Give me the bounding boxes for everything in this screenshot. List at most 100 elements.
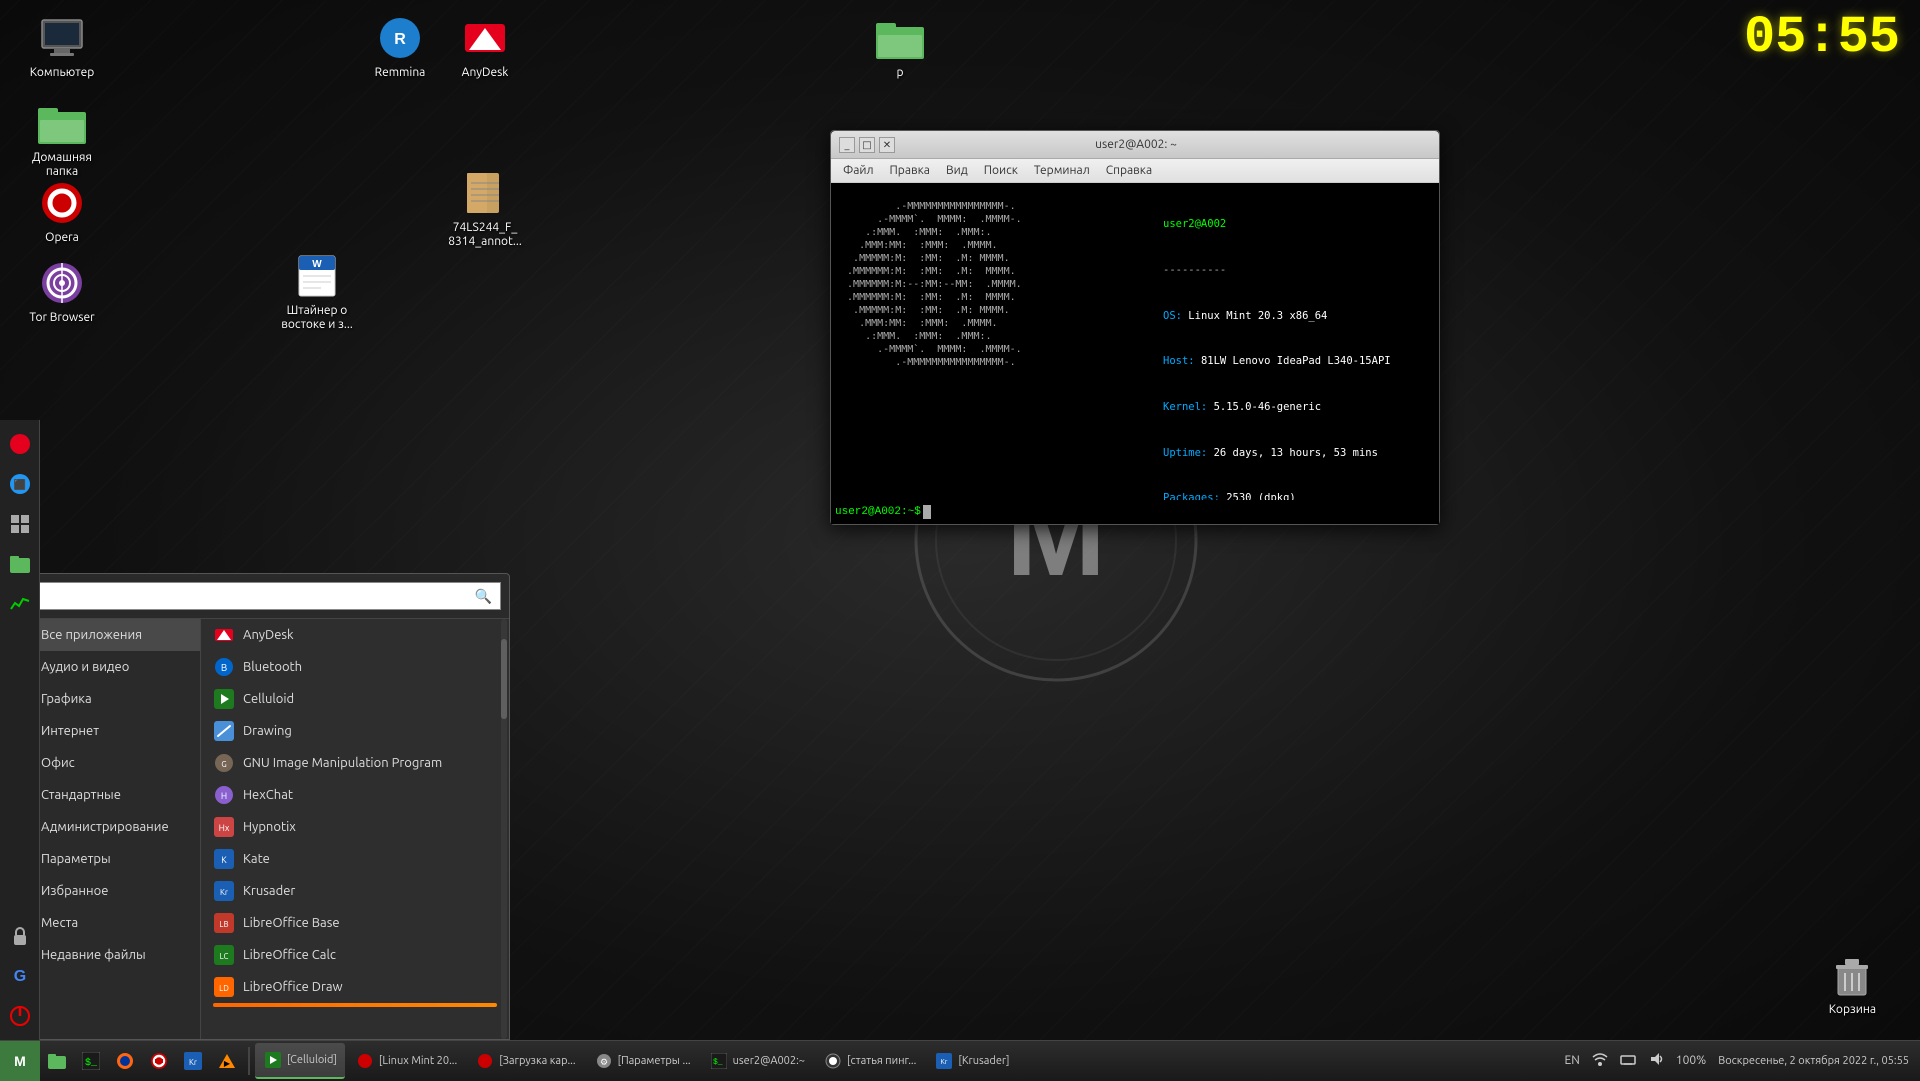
app-drawing[interactable]: Drawing — [201, 715, 509, 747]
settings-label: Параметры — [41, 852, 111, 866]
app-localc-label: LibreOffice Calc — [243, 948, 336, 962]
side-btn-grid[interactable] — [4, 508, 36, 540]
app-celluloid-label: Celluloid — [243, 692, 294, 706]
trash-label: Корзина — [1829, 1003, 1876, 1016]
side-btn-monitor[interactable] — [4, 588, 36, 620]
neofetch-art: .-MMMMMMMMMMMMMMMM-. .-MMMM`. MMMM: .MMM… — [835, 187, 1155, 496]
taskbar-win-penguin[interactable]: [статья пинг... — [815, 1043, 924, 1079]
trash-icon[interactable]: Корзина — [1825, 951, 1880, 1020]
app-lobase[interactable]: LB LibreOffice Base — [201, 907, 509, 939]
desktop-icon-tor[interactable]: Tor Browser — [22, 255, 102, 329]
desktop-icon-computer[interactable]: Компьютер — [22, 10, 102, 84]
graphics-label: Графика — [41, 692, 92, 706]
side-btn-lock[interactable] — [4, 920, 36, 952]
app-anydesk[interactable]: AnyDesk — [201, 619, 509, 651]
taskbar-opera[interactable] — [143, 1043, 175, 1079]
taskbar-win-lm[interactable]: [Linux Mint 20... — [347, 1043, 465, 1079]
computer-icon-label: Компьютер — [30, 66, 95, 80]
taskbar-krusader[interactable]: Kr — [177, 1043, 209, 1079]
terminal-title: user2@A002: ~ — [895, 138, 1377, 151]
desktop-icon-steiner[interactable]: W Штайнер овостоке и з... — [277, 248, 357, 337]
terminal-menu-search[interactable]: Поиск — [976, 159, 1026, 183]
desktop-icon-home[interactable]: Домашняяпапка — [22, 95, 102, 184]
terminal-menu-help[interactable]: Справка — [1098, 159, 1160, 183]
terminal-minimize-btn[interactable]: _ — [839, 137, 855, 153]
app-lobase-label: LibreOffice Base — [243, 916, 340, 930]
svg-text:G: G — [221, 760, 226, 769]
favorites-label: Избранное — [41, 884, 108, 898]
tray-lang[interactable]: EN — [1562, 1054, 1583, 1067]
taskbar-files[interactable] — [41, 1043, 73, 1079]
taskbar-firefox[interactable] — [109, 1043, 141, 1079]
taskbar-win-krusader[interactable]: Kr [Krusader] — [926, 1043, 1017, 1079]
taskbar-win-settings[interactable]: ⚙ [Параметры ... — [586, 1043, 699, 1079]
cursor — [923, 505, 931, 519]
app-localc[interactable]: LC LibreOffice Calc — [201, 939, 509, 971]
start-menu: 🔍 ⬛ Все приложения ● Аудио и видео 🎨 Гра… — [0, 573, 510, 1040]
side-btn-power[interactable] — [4, 1000, 36, 1032]
side-btn-firefox[interactable] — [4, 428, 36, 460]
tray-sound[interactable] — [1645, 1051, 1667, 1070]
opera-icon-label: Opera — [45, 231, 79, 245]
anydesk-icon-label: AnyDesk — [462, 66, 509, 80]
app-kate[interactable]: K Kate — [201, 843, 509, 875]
svg-text:K: K — [221, 855, 227, 865]
app-bluetooth-label: Bluetooth — [243, 660, 302, 674]
app-lodraw[interactable]: LD LibreOffice Draw — [201, 971, 509, 1003]
terminal-maximize-btn[interactable]: □ — [859, 137, 875, 153]
recent-label: Недавние файлы — [41, 948, 146, 962]
menu-bottom-indicator — [213, 1003, 497, 1007]
tray-datetime[interactable]: Воскресенье, 2 октября 2022 г., 05:55 — [1715, 1055, 1912, 1067]
app-gimp[interactable]: G GNU Image Manipulation Program — [201, 747, 509, 779]
prompt-text: user2@A002:~$ — [835, 506, 921, 518]
svg-text:⬛: ⬛ — [13, 478, 25, 491]
folder-p-label: р — [896, 66, 903, 80]
terminal-close-btn[interactable]: ✕ — [879, 137, 895, 153]
taskbar-terminal[interactable]: $_ — [75, 1043, 107, 1079]
desktop-icon-opera[interactable]: Opera — [22, 175, 102, 249]
app-krusader[interactable]: Kr Krusader — [201, 875, 509, 907]
terminal-menu-terminal[interactable]: Терминал — [1026, 159, 1098, 183]
menu-body: ⬛ Все приложения ● Аудио и видео 🎨 Графи… — [1, 619, 509, 1039]
taskbar-start-button[interactable]: M — [0, 1041, 40, 1081]
taskbar-win-terminal[interactable]: $_ user2@A002:~ — [701, 1043, 813, 1079]
taskbar-items: $_ Kr ▶ [Celluloid] [Linux Mint — [40, 1041, 1554, 1080]
terminal-menu-view[interactable]: Вид — [938, 159, 976, 183]
side-btn-network[interactable]: ⬛ — [4, 468, 36, 500]
trash-icon-img — [1830, 955, 1874, 1003]
remmina-icon-label: Remmina — [375, 66, 426, 80]
menu-scrollbar-thumb[interactable] — [501, 639, 507, 719]
side-btn-google[interactable]: G — [4, 960, 36, 992]
internet-label: Интернет — [41, 724, 99, 738]
terminal-titlebar: _ □ ✕ user2@A002: ~ — [831, 131, 1439, 159]
app-hexchat[interactable]: H HexChat — [201, 779, 509, 811]
side-btn-files[interactable] — [4, 548, 36, 580]
steiner-icon-label: Штайнер овостоке и з... — [281, 304, 353, 333]
desktop-icon-anydesk[interactable]: AnyDesk — [445, 10, 525, 84]
terminal-menu-file[interactable]: Файл — [835, 159, 882, 183]
taskbar-vlc[interactable]: ▶ — [211, 1043, 243, 1079]
desktop-icon-folder-p[interactable]: р — [860, 10, 940, 84]
svg-text:LC: LC — [220, 952, 229, 961]
app-celluloid[interactable]: Celluloid — [201, 683, 509, 715]
terminal-controls: _ □ ✕ — [839, 137, 895, 153]
taskbar: M $_ Kr ▶ — [0, 1040, 1920, 1080]
tray-network[interactable] — [1617, 1051, 1639, 1070]
app-bluetooth[interactable]: B Bluetooth — [201, 651, 509, 683]
menu-scrollbar-track — [501, 619, 507, 1039]
tray-wifi[interactable] — [1589, 1051, 1611, 1070]
taskbar-separator — [248, 1047, 250, 1075]
desktop-icon-remmina[interactable]: R Remmina — [360, 10, 440, 84]
app-anydesk-label: AnyDesk — [243, 628, 294, 642]
svg-text:Kr: Kr — [941, 1058, 948, 1066]
search-field[interactable] — [18, 583, 492, 609]
menu-apps: AnyDesk B Bluetooth Celluloid Drawing G … — [201, 619, 509, 1039]
taskbar-win-opera[interactable]: [Загрузка кар... — [467, 1043, 583, 1079]
all-apps-label: Все приложения — [41, 628, 142, 642]
taskbar-win-celluloid[interactable]: [Celluloid] — [255, 1043, 345, 1079]
app-hypnotix-label: Hypnotix — [243, 820, 296, 834]
app-drawing-label: Drawing — [243, 724, 292, 738]
app-hypnotix[interactable]: Hx Hypnotix — [201, 811, 509, 843]
desktop-icon-74ls[interactable]: 74LS244_F_8314_annot... — [445, 165, 525, 254]
terminal-menu-edit[interactable]: Правка — [882, 159, 938, 183]
